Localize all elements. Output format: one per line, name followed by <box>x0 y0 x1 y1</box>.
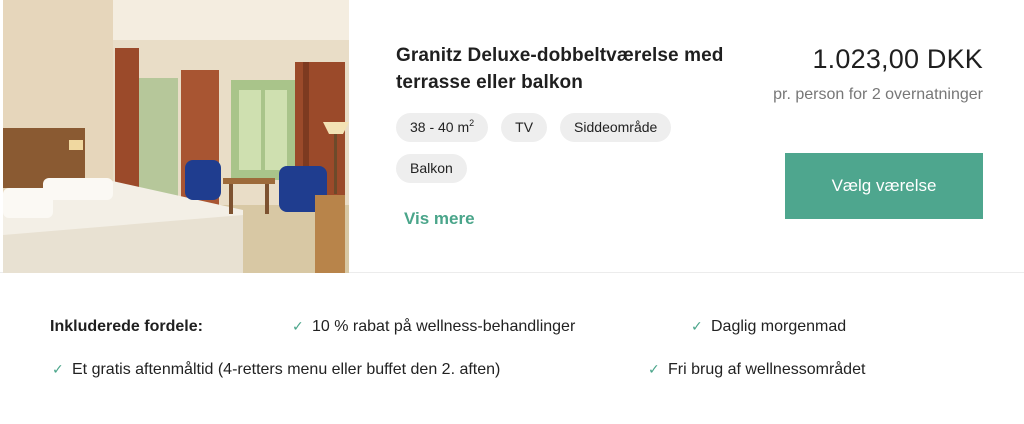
room-photo[interactable] <box>3 0 349 273</box>
amenity-tag-area: 38 - 40 m2 <box>396 113 489 142</box>
amenity-tag-area-label: 38 - 40 m <box>410 119 470 135</box>
benefit-item: ✓ Fri brug af wellnessområdet <box>648 361 865 379</box>
room-summary: Granitz Deluxe-dobbeltværelse med terras… <box>0 0 1024 273</box>
area-unit-superscript: 2 <box>469 118 475 128</box>
select-room-button[interactable]: Vælg værelse <box>785 153 983 219</box>
price-box: 1.023,00 DKK pr. person for 2 overnatnin… <box>723 42 983 106</box>
benefit-item: ✓ Et gratis aftenmåltid (4-retters menu e… <box>52 361 500 379</box>
price-note: pr. person for 2 overnatninger <box>773 86 983 103</box>
check-icon: ✓ <box>691 318 703 334</box>
show-more-link[interactable]: Vis mere <box>404 209 475 229</box>
benefit-label: 10 % rabat på wellness-behandlinger <box>312 318 576 335</box>
amenity-tag-seating: Siddeområde <box>560 113 672 142</box>
room-info: Granitz Deluxe-dobbeltværelse med terras… <box>396 42 776 228</box>
room-card: Granitz Deluxe-dobbeltværelse med terras… <box>0 0 1024 424</box>
benefit-label: Et gratis aftenmåltid (4-retters menu el… <box>72 361 501 378</box>
room-title: Granitz Deluxe-dobbeltværelse med terras… <box>396 45 724 93</box>
room-amenity-tags: 38 - 40 m2 TV Siddeområde Balkon <box>396 113 726 183</box>
amenity-tag-balcony: Balkon <box>396 154 467 183</box>
room-price: 1.023,00 DKK <box>812 44 983 74</box>
included-benefits: Inkluderede fordele: ✓ 10 % rabat på well… <box>0 274 1024 424</box>
benefit-item: ✓ Daglig morgenmad <box>691 318 846 336</box>
room-photo-image <box>3 0 349 273</box>
check-icon: ✓ <box>292 318 304 334</box>
benefit-label: Daglig morgenmad <box>711 318 847 335</box>
amenity-tag-tv: TV <box>501 113 548 142</box>
benefit-label: Fri brug af wellnessområdet <box>668 361 866 378</box>
benefits-heading: Inkluderede fordele: <box>50 318 203 335</box>
check-icon: ✓ <box>52 361 64 377</box>
benefit-item: ✓ 10 % rabat på wellness-behandlinger <box>292 318 575 336</box>
check-icon: ✓ <box>648 361 660 377</box>
